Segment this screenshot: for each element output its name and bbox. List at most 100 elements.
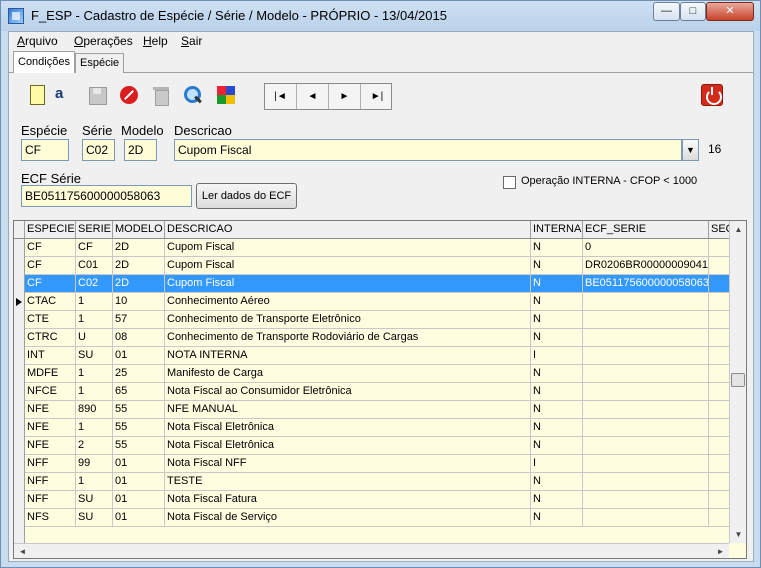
cell-especie[interactable]: CF (25, 257, 76, 275)
descricao-combobox[interactable]: Cupom Fiscal (174, 139, 682, 161)
cell-interna[interactable]: I (531, 347, 583, 365)
cell-ecf-serie[interactable]: DR0206BR00000009041 (583, 257, 709, 275)
tab-condicoes[interactable]: Condições (13, 51, 75, 73)
cell-serie[interactable]: 2 (76, 437, 113, 455)
cell-especie[interactable]: CTAC (25, 293, 76, 311)
cell-serie[interactable]: SU (76, 491, 113, 509)
cell-descricao[interactable]: Nota Fiscal Eletrônica (165, 437, 531, 455)
cell-descricao[interactable]: Conhecimento de Transporte Rodoviário de… (165, 329, 531, 347)
cell-descricao[interactable]: Conhecimento de Transporte Eletrônico (165, 311, 531, 329)
cell-serie[interactable]: 1 (76, 383, 113, 401)
operacao-interna-checkbox[interactable] (503, 176, 516, 189)
title-bar[interactable]: F_ESP - Cadastro de Espécie / Série / Mo… (1, 1, 760, 31)
prev-record-button[interactable]: ◄ (297, 84, 329, 109)
cell-especie[interactable]: CTRC (25, 329, 76, 347)
cell-serie[interactable]: 1 (76, 311, 113, 329)
menu-sair[interactable]: Sair (181, 34, 202, 48)
cell-descricao[interactable]: Nota Fiscal Eletrônica (165, 419, 531, 437)
cell-modelo[interactable]: 10 (113, 293, 165, 311)
cell-interna[interactable]: I (531, 455, 583, 473)
table-row[interactable]: MDFE 1 25 Manifesto de Carga N (25, 365, 729, 383)
cell-especie[interactable]: NFF (25, 473, 76, 491)
cell-interna[interactable]: N (531, 473, 583, 491)
cell-especie[interactable]: CTE (25, 311, 76, 329)
next-record-button[interactable]: ► (329, 84, 361, 109)
cell-serie[interactable]: 99 (76, 455, 113, 473)
cell-descricao[interactable]: Cupom Fiscal (165, 257, 531, 275)
cell-ecf-serie[interactable] (583, 509, 709, 527)
cell-modelo[interactable]: 25 (113, 365, 165, 383)
first-record-button[interactable]: |◄ (265, 84, 297, 109)
cell-modelo[interactable]: 01 (113, 509, 165, 527)
table-row[interactable]: NFF 99 01 Nota Fiscal NFF I (25, 455, 729, 473)
cell-modelo[interactable]: 55 (113, 419, 165, 437)
cell-especie[interactable]: NFE (25, 401, 76, 419)
table-row[interactable]: CF C01 2D Cupom Fiscal N DR0206BR00000009041 (25, 257, 729, 275)
cell-modelo[interactable]: 55 (113, 437, 165, 455)
cell-ecf-serie[interactable] (583, 419, 709, 437)
cell-interna[interactable]: N (531, 437, 583, 455)
cell-ecf-serie[interactable] (583, 491, 709, 509)
scroll-left-icon[interactable]: ◄ (14, 544, 31, 558)
cell-especie[interactable]: NFCE (25, 383, 76, 401)
cell-interna[interactable]: N (531, 419, 583, 437)
cell-especie[interactable]: INT (25, 347, 76, 365)
cell-serie[interactable]: 1 (76, 473, 113, 491)
cell-serie[interactable]: U (76, 329, 113, 347)
cell-serie[interactable]: 890 (76, 401, 113, 419)
cell-serie[interactable]: 1 (76, 293, 113, 311)
cell-interna[interactable]: N (531, 329, 583, 347)
search-icon[interactable] (183, 85, 203, 105)
column-header-descricao[interactable]: DESCRICAO (165, 221, 531, 239)
maximize-button[interactable]: □ (680, 2, 706, 21)
cell-especie[interactable]: NFF (25, 491, 76, 509)
menu-help[interactable]: Help (143, 34, 168, 48)
cell-modelo[interactable]: 01 (113, 473, 165, 491)
cell-interna[interactable]: N (531, 383, 583, 401)
power-icon[interactable] (701, 84, 723, 106)
cell-serie[interactable]: C02 (76, 275, 113, 293)
cell-especie[interactable]: NFE (25, 437, 76, 455)
table-row[interactable]: NFS SU 01 Nota Fiscal de Serviço N (25, 509, 729, 527)
cell-interna[interactable]: N (531, 275, 583, 293)
save-icon[interactable] (87, 85, 107, 105)
cell-descricao[interactable]: Nota Fiscal NFF (165, 455, 531, 473)
modelo-field[interactable]: 2D (124, 139, 157, 161)
vertical-scroll-thumb[interactable] (731, 373, 745, 387)
cell-modelo[interactable]: 65 (113, 383, 165, 401)
cell-modelo[interactable]: 08 (113, 329, 165, 347)
table-row[interactable]: CTE 1 57 Conhecimento de Transporte Eletrôn… (25, 311, 729, 329)
scroll-up-icon[interactable]: ▲ (730, 221, 746, 238)
table-row[interactable]: INT SU 01 NOTA INTERNA I (25, 347, 729, 365)
cell-interna[interactable]: N (531, 365, 583, 383)
cell-interna[interactable]: N (531, 509, 583, 527)
cell-ecf-serie[interactable] (583, 293, 709, 311)
cell-ecf-serie[interactable] (583, 383, 709, 401)
cell-modelo[interactable]: 01 (113, 491, 165, 509)
cell-especie[interactable]: NFF (25, 455, 76, 473)
new-record-icon[interactable] (27, 85, 47, 105)
menu-arquivo[interactable]: Arquivo (17, 34, 58, 48)
delete-icon[interactable] (151, 85, 171, 106)
table-row[interactable]: NFF SU 01 Nota Fiscal Fatura N (25, 491, 729, 509)
cell-serie[interactable]: SU (76, 509, 113, 527)
column-header-especie[interactable]: ESPECIE (25, 221, 76, 239)
cell-ecf-serie[interactable]: BE051175600000058063 (583, 275, 709, 293)
cell-modelo[interactable]: 55 (113, 401, 165, 419)
especie-field[interactable]: CF (21, 139, 69, 161)
cell-modelo[interactable]: 57 (113, 311, 165, 329)
cell-serie[interactable]: C01 (76, 257, 113, 275)
ler-dados-ecf-button[interactable]: Ler dados do ECF (196, 183, 297, 209)
table-row[interactable]: CTAC 1 10 Conhecimento Aéreo N (25, 293, 729, 311)
table-row[interactable]: NFE 1 55 Nota Fiscal Eletrônica N (25, 419, 729, 437)
chevron-down-icon[interactable]: ▼ (682, 139, 699, 161)
cell-especie[interactable]: MDFE (25, 365, 76, 383)
cell-serie[interactable]: 1 (76, 419, 113, 437)
cell-ecf-serie[interactable] (583, 365, 709, 383)
cell-descricao[interactable]: Cupom Fiscal (165, 239, 531, 257)
column-header-modelo[interactable]: MODELO (113, 221, 165, 239)
cell-modelo[interactable]: 01 (113, 347, 165, 365)
cell-especie[interactable]: CF (25, 239, 76, 257)
tab-especie[interactable]: Espécie (75, 53, 125, 73)
column-header-seq[interactable]: SEQ (709, 221, 729, 239)
